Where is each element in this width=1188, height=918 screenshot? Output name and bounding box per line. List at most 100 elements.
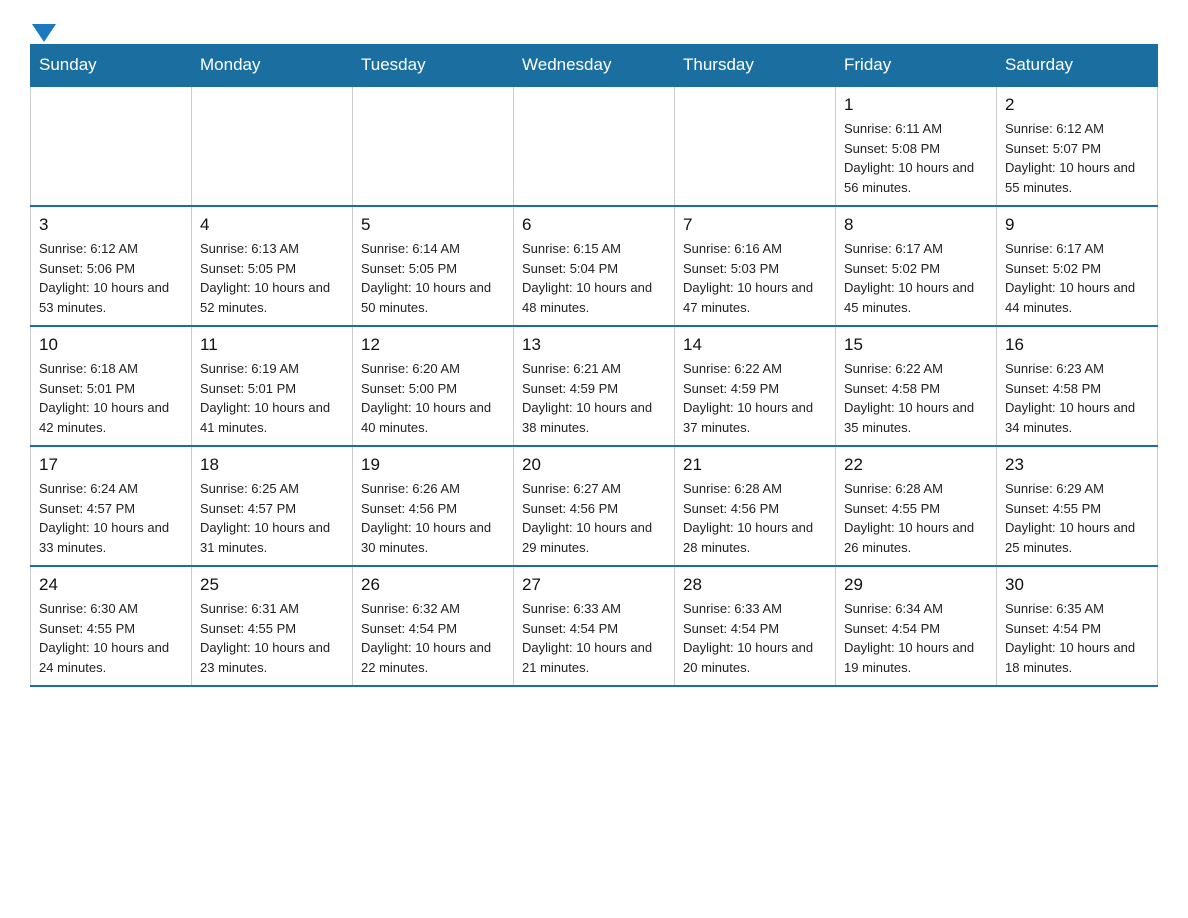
calendar-cell: 19 Sunrise: 6:26 AM Sunset: 4:56 PM Dayli…: [353, 446, 514, 566]
calendar-cell: 21 Sunrise: 6:28 AM Sunset: 4:56 PM Dayli…: [675, 446, 836, 566]
calendar-cell: 23 Sunrise: 6:29 AM Sunset: 4:55 PM Dayli…: [997, 446, 1158, 566]
calendar-cell: 11 Sunrise: 6:19 AM Sunset: 5:01 PM Dayli…: [192, 326, 353, 446]
day-info: Sunrise: 6:25 AM Sunset: 4:57 PM Dayligh…: [200, 479, 344, 557]
calendar-week-3: 10 Sunrise: 6:18 AM Sunset: 5:01 PM Dayli…: [31, 326, 1158, 446]
calendar-table: SundayMondayTuesdayWednesdayThursdayFrid…: [30, 44, 1158, 687]
calendar-cell: 7Sunrise: 6:16 AM Sunset: 5:03 PM Daylig…: [675, 206, 836, 326]
day-info: Sunrise: 6:29 AM Sunset: 4:55 PM Dayligh…: [1005, 479, 1149, 557]
calendar-cell: 17Sunrise: 6:24 AM Sunset: 4:57 PM Dayli…: [31, 446, 192, 566]
day-number: 15: [844, 335, 988, 355]
day-header-monday: Monday: [192, 45, 353, 87]
day-info: Sunrise: 6:24 AM Sunset: 4:57 PM Dayligh…: [39, 479, 183, 557]
calendar-cell: 6 Sunrise: 6:15 AM Sunset: 5:04 PM Daylig…: [514, 206, 675, 326]
day-info: Sunrise: 6:33 AM Sunset: 4:54 PM Dayligh…: [522, 599, 666, 677]
day-info: Sunrise: 6:26 AM Sunset: 4:56 PM Dayligh…: [361, 479, 505, 557]
calendar-cell: 10 Sunrise: 6:18 AM Sunset: 5:01 PM Dayli…: [31, 326, 192, 446]
calendar-cell: 29 Sunrise: 6:34 AM Sunset: 4:54 PM Dayli…: [836, 566, 997, 686]
calendar-cell: 22Sunrise: 6:28 AM Sunset: 4:55 PM Dayli…: [836, 446, 997, 566]
day-info: Sunrise: 6:23 AM Sunset: 4:58 PM Dayligh…: [1005, 359, 1149, 437]
day-number: 13: [522, 335, 666, 355]
day-number: 14: [683, 335, 827, 355]
calendar-cell: 4Sunrise: 6:13 AM Sunset: 5:05 PM Daylig…: [192, 206, 353, 326]
calendar-cell: 9 Sunrise: 6:17 AM Sunset: 5:02 PM Daylig…: [997, 206, 1158, 326]
day-info: Sunrise: 6:12 AM Sunset: 5:07 PM Dayligh…: [1005, 119, 1149, 197]
day-info: Sunrise: 6:28 AM Sunset: 4:56 PM Dayligh…: [683, 479, 827, 557]
page-header: [30, 20, 1158, 34]
calendar-cell: 24 Sunrise: 6:30 AM Sunset: 4:55 PM Dayli…: [31, 566, 192, 686]
calendar-cell: [353, 86, 514, 206]
day-number: 16: [1005, 335, 1149, 355]
calendar-week-4: 17Sunrise: 6:24 AM Sunset: 4:57 PM Dayli…: [31, 446, 1158, 566]
day-info: Sunrise: 6:16 AM Sunset: 5:03 PM Dayligh…: [683, 239, 827, 317]
day-number: 28: [683, 575, 827, 595]
day-info: Sunrise: 6:32 AM Sunset: 4:54 PM Dayligh…: [361, 599, 505, 677]
day-header-sunday: Sunday: [31, 45, 192, 87]
day-number: 2: [1005, 95, 1149, 115]
day-header-tuesday: Tuesday: [353, 45, 514, 87]
day-number: 5: [361, 215, 505, 235]
calendar-cell: 18 Sunrise: 6:25 AM Sunset: 4:57 PM Dayli…: [192, 446, 353, 566]
day-info: Sunrise: 6:18 AM Sunset: 5:01 PM Dayligh…: [39, 359, 183, 437]
day-number: 21: [683, 455, 827, 475]
calendar-cell: 13 Sunrise: 6:21 AM Sunset: 4:59 PM Dayli…: [514, 326, 675, 446]
day-info: Sunrise: 6:33 AM Sunset: 4:54 PM Dayligh…: [683, 599, 827, 677]
day-info: Sunrise: 6:15 AM Sunset: 5:04 PM Dayligh…: [522, 239, 666, 317]
calendar-cell: 5Sunrise: 6:14 AM Sunset: 5:05 PM Daylig…: [353, 206, 514, 326]
calendar-week-1: 1Sunrise: 6:11 AM Sunset: 5:08 PM Daylig…: [31, 86, 1158, 206]
day-number: 24: [39, 575, 183, 595]
day-number: 30: [1005, 575, 1149, 595]
calendar-cell: [192, 86, 353, 206]
day-header-wednesday: Wednesday: [514, 45, 675, 87]
day-number: 11: [200, 335, 344, 355]
calendar-cell: 26 Sunrise: 6:32 AM Sunset: 4:54 PM Dayli…: [353, 566, 514, 686]
calendar-cell: [514, 86, 675, 206]
day-info: Sunrise: 6:12 AM Sunset: 5:06 PM Dayligh…: [39, 239, 183, 317]
calendar-cell: [675, 86, 836, 206]
day-number: 20: [522, 455, 666, 475]
day-info: Sunrise: 6:31 AM Sunset: 4:55 PM Dayligh…: [200, 599, 344, 677]
day-info: Sunrise: 6:35 AM Sunset: 4:54 PM Dayligh…: [1005, 599, 1149, 677]
calendar-cell: 2 Sunrise: 6:12 AM Sunset: 5:07 PM Daylig…: [997, 86, 1158, 206]
day-header-friday: Friday: [836, 45, 997, 87]
calendar-cell: 14 Sunrise: 6:22 AM Sunset: 4:59 PM Dayli…: [675, 326, 836, 446]
day-info: Sunrise: 6:19 AM Sunset: 5:01 PM Dayligh…: [200, 359, 344, 437]
day-number: 12: [361, 335, 505, 355]
calendar-cell: 16 Sunrise: 6:23 AM Sunset: 4:58 PM Dayli…: [997, 326, 1158, 446]
day-number: 29: [844, 575, 988, 595]
day-info: Sunrise: 6:34 AM Sunset: 4:54 PM Dayligh…: [844, 599, 988, 677]
day-number: 22: [844, 455, 988, 475]
day-info: Sunrise: 6:22 AM Sunset: 4:58 PM Dayligh…: [844, 359, 988, 437]
day-number: 8: [844, 215, 988, 235]
day-number: 25: [200, 575, 344, 595]
day-number: 6: [522, 215, 666, 235]
calendar-cell: 15 Sunrise: 6:22 AM Sunset: 4:58 PM Dayli…: [836, 326, 997, 446]
day-info: Sunrise: 6:30 AM Sunset: 4:55 PM Dayligh…: [39, 599, 183, 677]
calendar-cell: 20 Sunrise: 6:27 AM Sunset: 4:56 PM Dayli…: [514, 446, 675, 566]
day-number: 1: [844, 95, 988, 115]
day-number: 3: [39, 215, 183, 235]
logo-arrow-icon: [32, 24, 56, 42]
calendar-cell: 30 Sunrise: 6:35 AM Sunset: 4:54 PM Dayli…: [997, 566, 1158, 686]
calendar-header-row: SundayMondayTuesdayWednesdayThursdayFrid…: [31, 45, 1158, 87]
calendar-cell: 1Sunrise: 6:11 AM Sunset: 5:08 PM Daylig…: [836, 86, 997, 206]
calendar-cell: 3 Sunrise: 6:12 AM Sunset: 5:06 PM Daylig…: [31, 206, 192, 326]
calendar-week-5: 24 Sunrise: 6:30 AM Sunset: 4:55 PM Dayli…: [31, 566, 1158, 686]
calendar-cell: 8 Sunrise: 6:17 AM Sunset: 5:02 PM Daylig…: [836, 206, 997, 326]
day-number: 26: [361, 575, 505, 595]
day-info: Sunrise: 6:17 AM Sunset: 5:02 PM Dayligh…: [1005, 239, 1149, 317]
day-info: Sunrise: 6:17 AM Sunset: 5:02 PM Dayligh…: [844, 239, 988, 317]
calendar-cell: [31, 86, 192, 206]
day-number: 10: [39, 335, 183, 355]
day-number: 9: [1005, 215, 1149, 235]
day-number: 23: [1005, 455, 1149, 475]
day-info: Sunrise: 6:27 AM Sunset: 4:56 PM Dayligh…: [522, 479, 666, 557]
calendar-week-2: 3 Sunrise: 6:12 AM Sunset: 5:06 PM Daylig…: [31, 206, 1158, 326]
day-number: 19: [361, 455, 505, 475]
day-info: Sunrise: 6:21 AM Sunset: 4:59 PM Dayligh…: [522, 359, 666, 437]
day-info: Sunrise: 6:22 AM Sunset: 4:59 PM Dayligh…: [683, 359, 827, 437]
day-number: 27: [522, 575, 666, 595]
day-number: 4: [200, 215, 344, 235]
day-number: 18: [200, 455, 344, 475]
day-header-thursday: Thursday: [675, 45, 836, 87]
calendar-cell: 27 Sunrise: 6:33 AM Sunset: 4:54 PM Dayli…: [514, 566, 675, 686]
